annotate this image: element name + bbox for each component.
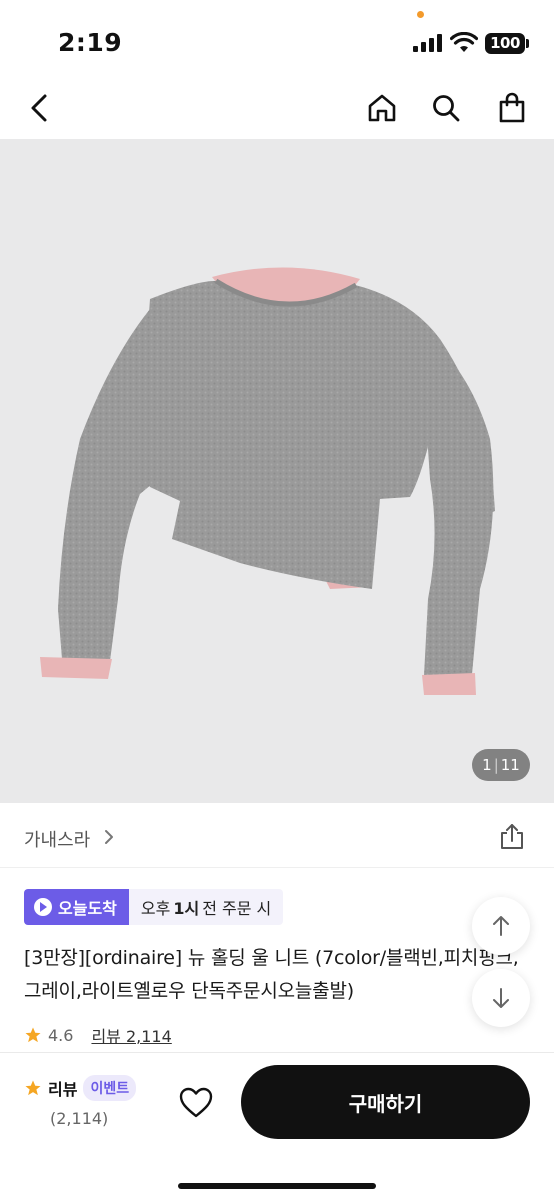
share-icon[interactable] xyxy=(497,822,527,852)
event-badge: 이벤트 xyxy=(83,1075,137,1101)
today-arrival-label: 오늘도착 xyxy=(58,899,117,918)
review-link[interactable]: 리뷰 2,114 xyxy=(91,1023,171,1047)
arrow-up-icon xyxy=(493,916,509,936)
cart-button[interactable] xyxy=(492,88,532,128)
star-icon xyxy=(25,1027,41,1043)
status-time: 2:19 xyxy=(58,28,123,57)
arrow-circle-icon xyxy=(34,898,52,916)
brand-row: 가내스라 xyxy=(0,804,554,868)
review-count: (2,114) xyxy=(50,1109,109,1128)
home-button[interactable] xyxy=(362,88,402,128)
top-navigation xyxy=(0,80,554,138)
home-indicator xyxy=(178,1183,376,1189)
search-button[interactable] xyxy=(426,88,466,128)
search-icon xyxy=(433,95,460,122)
back-icon xyxy=(31,94,47,122)
rating-row: 4.6 리뷰 2,114 xyxy=(24,1022,172,1048)
battery-icon: 100 xyxy=(485,33,525,54)
delivery-text-pre: 오후 xyxy=(140,899,171,918)
wifi-icon xyxy=(450,32,478,52)
buy-button[interactable]: 구매하기 xyxy=(241,1065,530,1139)
delivery-text-post: 전 주문 시 xyxy=(202,899,272,918)
battery-tip xyxy=(526,39,529,48)
brand-link[interactable]: 가내스라 xyxy=(24,826,90,852)
scroll-bottom-button[interactable] xyxy=(472,969,530,1027)
rating-score: 4.6 xyxy=(48,1025,74,1045)
back-button[interactable] xyxy=(20,88,60,128)
privacy-indicator-dot xyxy=(417,11,424,18)
delivery-info: 오늘도착 오후 1시 전 주문 시 xyxy=(24,889,284,925)
pager-total: 11 xyxy=(500,756,520,774)
heart-icon[interactable] xyxy=(176,1083,216,1123)
cellular-signal-icon xyxy=(413,34,443,52)
review-label: 리뷰 xyxy=(48,1080,78,1099)
product-photo-sweater xyxy=(40,267,495,695)
shopping-bag-icon xyxy=(499,92,525,123)
product-image-carousel[interactable]: 1 | 11 xyxy=(0,139,554,803)
today-arrival-badge: 오늘도착 xyxy=(24,889,129,925)
status-bar: 2:19 100 xyxy=(0,0,554,80)
arrow-down-icon xyxy=(493,988,509,1008)
product-title: [3만장][ordinaire] 뉴 홀딩 울 니트 (7color/블랙빈,피… xyxy=(24,947,519,1002)
delivery-cutoff-text: 오후 1시 전 주문 시 xyxy=(128,889,284,925)
delivery-text-time: 1시 xyxy=(173,899,200,918)
home-icon xyxy=(368,94,396,122)
scroll-top-button[interactable] xyxy=(472,897,530,955)
review-summary[interactable]: 리뷰 이벤트 (2,114) xyxy=(24,1075,144,1128)
image-pager: 1 | 11 xyxy=(472,749,530,781)
pager-current: 1 xyxy=(482,756,492,774)
bottom-action-bar: 리뷰 이벤트 (2,114) 구매하기 xyxy=(0,1052,554,1200)
chevron-right-icon xyxy=(105,830,113,844)
star-icon xyxy=(25,1080,41,1096)
